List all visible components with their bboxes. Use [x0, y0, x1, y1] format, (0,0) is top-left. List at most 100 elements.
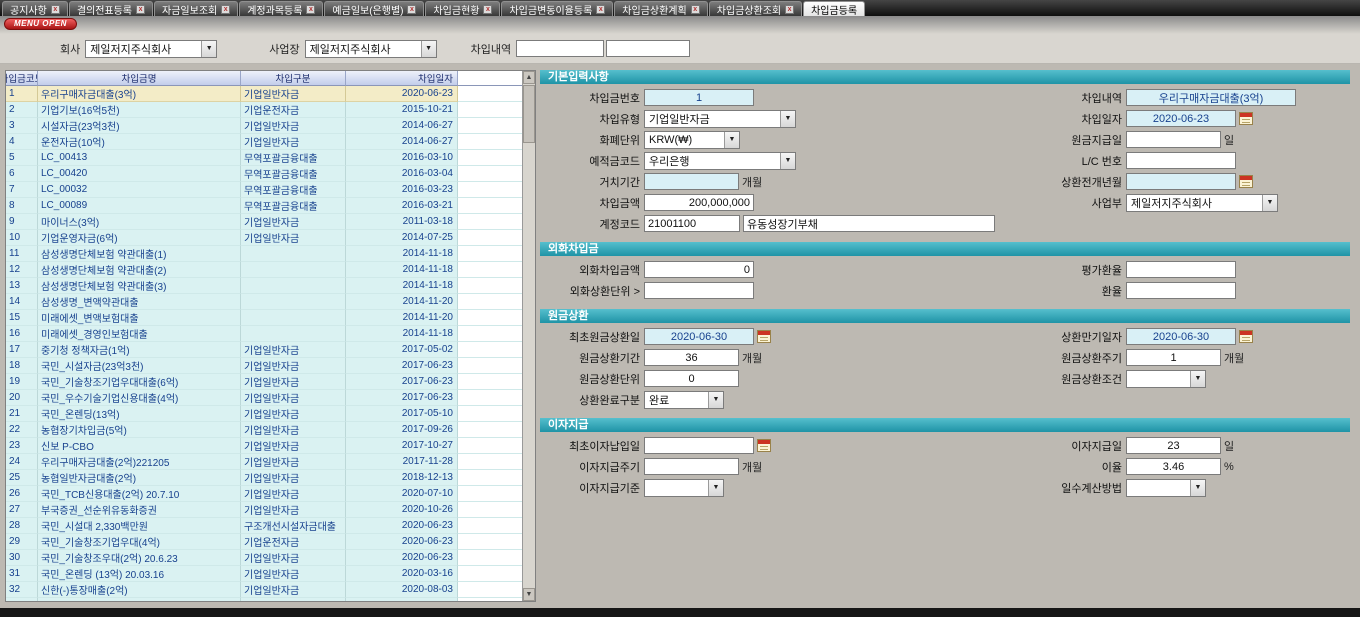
principal-period-field[interactable] — [644, 349, 739, 366]
table-row[interactable]: 17중기청 정책자금(1억)기업일반자금2017-05-02 — [6, 342, 522, 358]
table-row[interactable]: 2기업기보(16억5천)기업운전자금2015-10-21 — [6, 102, 522, 118]
loan-type-select[interactable]: 기업일반자금▼ — [644, 110, 796, 128]
division-select[interactable]: 제일저지주식회사▼ — [1126, 194, 1278, 212]
table-row[interactable]: 4운전자금(10억)기업일반자금2014-06-27 — [6, 134, 522, 150]
menu-open-button[interactable]: MENU OPEN — [4, 18, 77, 30]
account-code-field[interactable] — [644, 215, 740, 232]
first-interest-date-field[interactable] — [644, 437, 754, 454]
tab-2[interactable]: 결의전표등록x — [69, 1, 153, 16]
table-row[interactable]: 21국민_온렌딩(13억)기업일반자금2017-05-10 — [6, 406, 522, 422]
maturity-date-field[interactable] — [1126, 328, 1236, 345]
interest-basis-select[interactable]: ▼ — [644, 479, 724, 497]
tab-close-icon[interactable]: x — [691, 5, 700, 14]
eval-rate-field[interactable] — [1126, 261, 1236, 278]
calendar-icon[interactable] — [1239, 330, 1253, 343]
complete-flag-select[interactable]: 완료▼ — [644, 391, 724, 409]
table-row[interactable]: 14삼성생명_변액약관대출2014-11-20 — [6, 294, 522, 310]
lc-no-field[interactable] — [1126, 152, 1236, 169]
grace-period-field[interactable] — [644, 173, 739, 190]
fx-repay-unit-field[interactable] — [644, 282, 754, 299]
company-select[interactable]: 제일저지주식회사 ▼ — [85, 40, 217, 58]
account-code-name-field[interactable] — [743, 215, 995, 232]
tab-6[interactable]: 차입금현황x — [425, 1, 500, 16]
tab-4[interactable]: 계정과목등록x — [239, 1, 323, 16]
tab-close-icon[interactable]: x — [136, 5, 145, 14]
tab-close-icon[interactable]: x — [785, 5, 794, 14]
loan-desc-field[interactable] — [1126, 89, 1296, 106]
table-row[interactable]: 26국민_TCB신용대출(2억) 20.7.10기업일반자금2020-07-10 — [6, 486, 522, 502]
table-row[interactable]: 27부국증권_선순위유동화증권기업일반자금2020-10-26 — [6, 502, 522, 518]
calendar-icon[interactable] — [757, 330, 771, 343]
table-row[interactable]: 22농협장기차입금(5억)기업일반자금2017-09-26 — [6, 422, 522, 438]
currency-select[interactable]: KRW(₩)▼ — [644, 131, 740, 149]
table-row[interactable]: 3시설자금(23억3천)기업일반자금2014-06-27 — [6, 118, 522, 134]
table-row[interactable]: 10기업운영자금(6억)기업일반자금2014-07-25 — [6, 230, 522, 246]
tab-8[interactable]: 차입금상환계획x — [614, 1, 707, 16]
table-row[interactable]: 25농협일반자금대출(2억)기업일반자금2018-12-13 — [6, 470, 522, 486]
scroll-track[interactable] — [523, 143, 535, 588]
table-row[interactable]: 16미래에셋_경영인보험대출2014-11-18 — [6, 326, 522, 342]
loan-date-field[interactable] — [1126, 110, 1236, 127]
interest-pay-day-field[interactable] — [1126, 437, 1221, 454]
table-row[interactable]: 18국민_시설자금(23억3천)기업일반자금2017-06-23 — [6, 358, 522, 374]
table-row[interactable]: 12삼성생명단체보험 약관대출(2)2014-11-18 — [6, 262, 522, 278]
loan-amount-field[interactable] — [644, 194, 754, 211]
table-row[interactable]: 30국민_기술창조우대(2억) 20.6.23기업일반자금2020-06-23 — [6, 550, 522, 566]
table-row[interactable]: 31국민_온렌딩 (13억) 20.03.16기업일반자금2020-03-16 — [6, 566, 522, 582]
tab-close-icon[interactable]: x — [306, 5, 315, 14]
tab-close-icon[interactable]: x — [483, 5, 492, 14]
table-row[interactable]: 32신한(-)통장매출(2억)기업일반자금2020-08-03 — [6, 582, 522, 598]
table-row[interactable]: 7LC_00032무역포괄금융대출2016-03-23 — [6, 182, 522, 198]
table-row[interactable]: 6LC_00420무역포괄금융대출2016-03-04 — [6, 166, 522, 182]
first-principal-date-field[interactable] — [644, 328, 754, 345]
deposit-code-select[interactable]: 우리은행▼ — [644, 152, 796, 170]
table-row[interactable]: 15미래에셋_변액보험대출2014-11-20 — [6, 310, 522, 326]
tab-10[interactable]: 차입금등록 — [803, 1, 865, 16]
tab-9[interactable]: 차입금상환조회x — [709, 1, 802, 16]
principal-cycle-field[interactable] — [1126, 349, 1221, 366]
table-vertical-scrollbar[interactable]: ▲ ▼ — [522, 71, 535, 601]
principal-cond-select[interactable]: ▼ — [1126, 370, 1206, 388]
calendar-icon[interactable] — [1239, 112, 1253, 125]
table-row[interactable]: 33농협USANCE무역포괄금융대출2020-01-01 — [6, 598, 522, 601]
table-row[interactable]: 19국민_기술창조기업우대대출(6억)기업일반자금2017-06-23 — [6, 374, 522, 390]
tab-close-icon[interactable]: x — [407, 5, 416, 14]
tab-close-icon[interactable]: x — [51, 5, 60, 14]
calendar-icon[interactable] — [1239, 175, 1253, 188]
table-row[interactable]: 1우리구매자금대출(3억)기업일반자금2020-06-23 — [6, 86, 522, 102]
tab-7[interactable]: 차입금변동이율등록x — [501, 1, 613, 16]
scroll-down-icon[interactable]: ▼ — [523, 588, 535, 601]
calendar-icon[interactable] — [757, 439, 771, 452]
site-select[interactable]: 제일저지주식회사 ▼ — [305, 40, 437, 58]
loan-desc-filter-input[interactable] — [516, 40, 604, 57]
borrow-no-field[interactable] — [644, 89, 754, 106]
table-row[interactable]: 29국민_기술창조기업우대(4억)기업운전자금2020-06-23 — [6, 534, 522, 550]
table-row[interactable]: 13삼성생명단체보험 약관대출(3)2014-11-18 — [6, 278, 522, 294]
principal-unit-field[interactable] — [644, 370, 739, 387]
scroll-up-icon[interactable]: ▲ — [523, 71, 535, 84]
table-row[interactable]: 11삼성생명단체보험 약관대출(1)2014-11-18 — [6, 246, 522, 262]
day-calc-method-select[interactable]: ▼ — [1126, 479, 1206, 497]
division-label: 사업부 — [972, 195, 1122, 211]
scroll-thumb[interactable] — [523, 85, 535, 143]
table-row[interactable]: 9마이너스(3억)기업일반자금2011-03-18 — [6, 214, 522, 230]
interest-rate-field[interactable] — [1126, 458, 1221, 475]
cell-name: 국민_시설대 2,330백만원 — [38, 518, 241, 534]
table-row[interactable]: 5LC_00413무역포괄금융대출2016-03-10 — [6, 150, 522, 166]
table-row[interactable]: 28국민_시설대 2,330백만원구조개선시설자금대출2020-06-23 — [6, 518, 522, 534]
table-row[interactable]: 8LC_00089무역포괄금융대출2016-03-21 — [6, 198, 522, 214]
tab-3[interactable]: 자금일보조회x — [154, 1, 238, 16]
tab-close-icon[interactable]: x — [596, 5, 605, 14]
table-row[interactable]: 20국민_우수기술기업신용대출(4억)기업일반자금2017-06-23 — [6, 390, 522, 406]
exch-rate-field[interactable] — [1126, 282, 1236, 299]
tab-1[interactable]: 공지사항x — [2, 1, 68, 16]
fx-amount-field[interactable] — [644, 261, 754, 278]
tab-5[interactable]: 예금일보(은행별)x — [324, 1, 424, 16]
principal-pay-day-field[interactable] — [1126, 131, 1221, 148]
repay-start-ym-field[interactable] — [1126, 173, 1236, 190]
table-row[interactable]: 24우리구매자금대출(2억)221205기업일반자금2017-11-28 — [6, 454, 522, 470]
principal-cycle-label: 원금상환주기 — [972, 350, 1122, 366]
table-row[interactable]: 23신보 P-CBO기업일반자금2017-10-27 — [6, 438, 522, 454]
interest-cycle-field[interactable] — [644, 458, 739, 475]
tab-close-icon[interactable]: x — [221, 5, 230, 14]
